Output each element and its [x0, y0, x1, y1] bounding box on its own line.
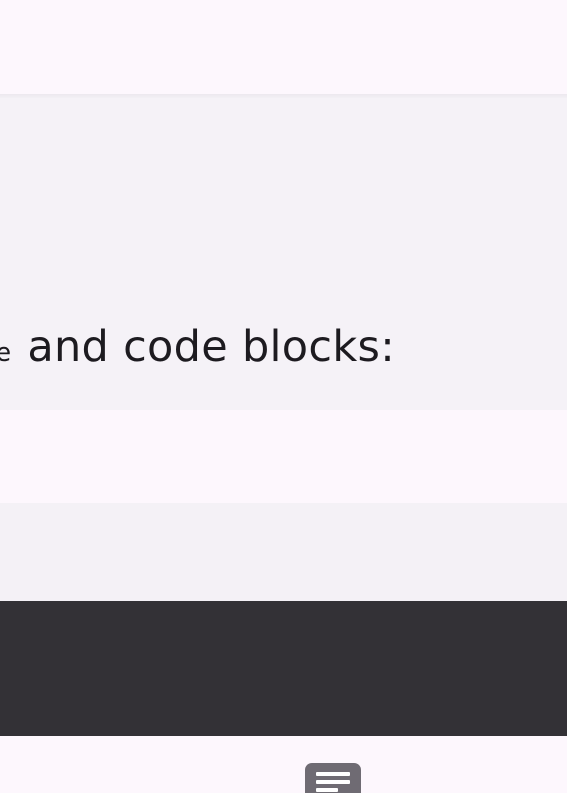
inline-code: de	[0, 338, 12, 368]
page: de and code blocks:	[0, 0, 567, 793]
bottom-bar	[0, 736, 567, 793]
code-block[interactable]	[0, 601, 567, 736]
top-app-bar	[0, 0, 567, 94]
paragraph-line: de and code blocks:	[0, 322, 395, 378]
table-of-contents-button[interactable]	[305, 763, 361, 793]
code-block-header	[0, 503, 567, 601]
paragraph-text: and code blocks:	[27, 322, 396, 372]
spacer	[0, 410, 567, 503]
